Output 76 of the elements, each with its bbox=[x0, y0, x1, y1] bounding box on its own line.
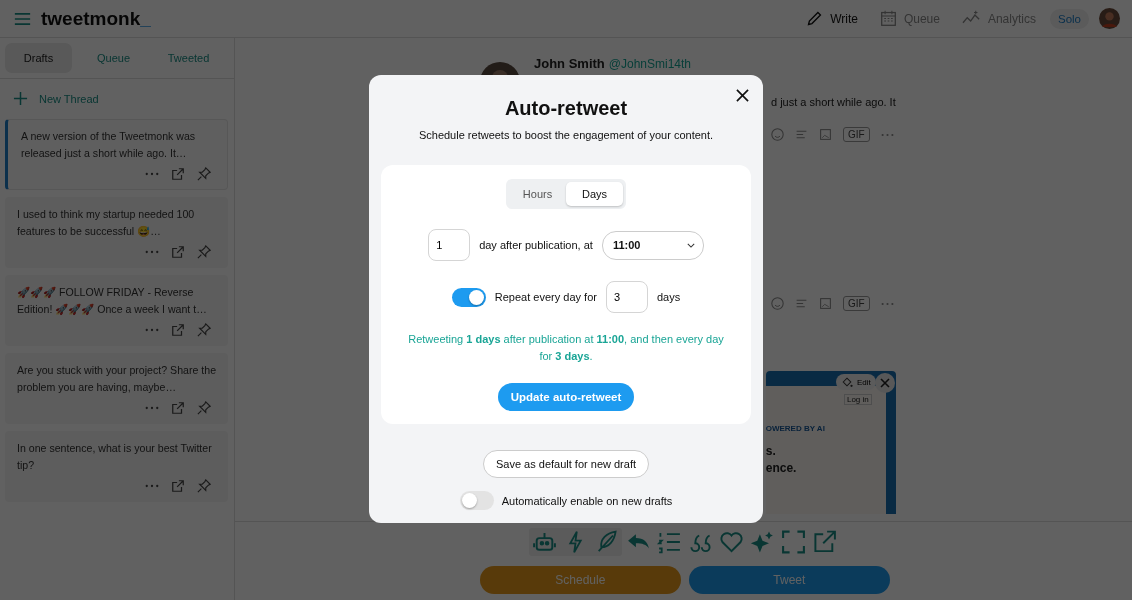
external-link-icon[interactable] bbox=[171, 323, 185, 337]
dialog-title: Auto-retweet bbox=[504, 97, 628, 120]
logo: tweetmonk_ bbox=[41, 7, 151, 30]
draft-text: 🚀🚀🚀 FOLLOW FRIDAY - Reverse Edition! 🚀🚀🚀 Once a week I want t… bbox=[17, 285, 208, 317]
draft-text: I used to think my startup needed 100 features to be successful 😅… bbox=[17, 207, 196, 239]
avatar-icon[interactable] bbox=[1099, 8, 1120, 29]
sidebar-tab[interactable]: Tweeted bbox=[155, 43, 222, 73]
preview-text: ence. bbox=[765, 461, 797, 475]
image-icon[interactable] bbox=[819, 128, 833, 141]
tweet-text: d just a short while ago. It bbox=[771, 96, 896, 108]
external-link-icon[interactable] bbox=[171, 479, 185, 493]
draft-text: A new version of the Tweetmonk was released just a short while ago. It… bbox=[21, 129, 197, 161]
repeat-label: Repeat every day for bbox=[494, 291, 597, 303]
preview-text: OWERED BY AI bbox=[765, 424, 825, 433]
preview-text: s. bbox=[765, 444, 776, 458]
schedule-summary: Retweeting 1 days after publication at 11:00, and then every day for 3 days. bbox=[407, 332, 725, 364]
more-icon[interactable] bbox=[145, 328, 159, 332]
align-icon[interactable] bbox=[795, 297, 809, 310]
author-name: John Smith bbox=[534, 56, 605, 71]
external-link-icon[interactable] bbox=[171, 401, 185, 415]
preview-text: Log in bbox=[843, 394, 872, 405]
pin-icon[interactable] bbox=[197, 167, 211, 181]
plus-icon[interactable] bbox=[13, 91, 28, 106]
new-thread-link[interactable]: New Thread bbox=[39, 92, 99, 105]
pencil-icon[interactable] bbox=[806, 10, 824, 27]
pin-icon[interactable] bbox=[197, 323, 211, 337]
schedule-button[interactable]: Schedule bbox=[479, 566, 681, 594]
offset-input[interactable]: 1 bbox=[428, 229, 471, 261]
dialog-subtitle: Schedule retweets to boost the engagement of your content. bbox=[418, 129, 714, 141]
gif-button[interactable]: GIF bbox=[843, 127, 870, 142]
more-icon[interactable] bbox=[145, 406, 159, 410]
more-icon[interactable] bbox=[880, 301, 894, 306]
draft-card[interactable]: A new version of the Tweetmonk was released just a short while ago. It… bbox=[5, 119, 228, 190]
draft-text: Are you stuck with your project? Share the problem you are having, maybe… bbox=[17, 363, 218, 395]
external-link-icon[interactable] bbox=[171, 245, 185, 259]
pin-icon[interactable] bbox=[197, 245, 211, 259]
menu-icon[interactable] bbox=[14, 11, 31, 26]
sidebar-tab[interactable]: Drafts bbox=[5, 43, 72, 73]
close-icon[interactable] bbox=[736, 89, 749, 102]
paint-bucket-icon bbox=[840, 376, 853, 388]
draft-text: In one sentence, what is your best Twitter tip? bbox=[17, 441, 213, 473]
more-icon[interactable] bbox=[145, 484, 159, 488]
pin-icon[interactable] bbox=[197, 401, 211, 415]
chevron-down-icon bbox=[686, 242, 695, 248]
draft-card[interactable]: Are you stuck with your project? Share the problem you are having, maybe… bbox=[5, 353, 228, 424]
external-link-icon[interactable] bbox=[171, 167, 185, 181]
more-icon[interactable] bbox=[145, 172, 159, 176]
align-icon[interactable] bbox=[795, 128, 809, 141]
draft-card[interactable]: In one sentence, what is your best Twitter tip? bbox=[5, 431, 228, 502]
gif-button[interactable]: GIF bbox=[843, 296, 870, 311]
repeat-unit: days bbox=[656, 291, 681, 303]
repeat-input[interactable]: 3 bbox=[605, 281, 648, 313]
draft-card[interactable]: I used to think my startup needed 100 features to be successful 😅… bbox=[5, 197, 228, 268]
emoji-icon[interactable] bbox=[771, 297, 785, 310]
plan-badge: Solo bbox=[1049, 8, 1089, 29]
save-default-button[interactable]: Save as default for new draft bbox=[483, 450, 649, 478]
nav-link[interactable]: Write bbox=[806, 10, 858, 27]
repeat-toggle[interactable] bbox=[451, 287, 486, 307]
auto-enable-label: Automatically enable on new drafts bbox=[501, 494, 673, 507]
auto-enable-toggle[interactable] bbox=[459, 491, 494, 510]
image-icon[interactable] bbox=[819, 297, 833, 310]
time-select[interactable]: 11:00 bbox=[601, 230, 704, 260]
emoji-icon[interactable] bbox=[771, 128, 785, 141]
calendar-icon[interactable] bbox=[879, 10, 897, 27]
update-auto-retweet-button[interactable]: Update auto-retweet bbox=[497, 383, 635, 411]
edit-button[interactable]: Edit bbox=[835, 374, 876, 390]
more-icon[interactable] bbox=[145, 250, 159, 254]
sidebar-tab[interactable]: Queue bbox=[80, 43, 147, 73]
unit-tab[interactable]: Hours bbox=[509, 182, 566, 206]
draft-card[interactable]: 🚀🚀🚀 FOLLOW FRIDAY - Reverse Edition! 🚀🚀🚀 Once a week I want t… bbox=[5, 275, 228, 346]
tweet-button[interactable]: Tweet bbox=[688, 566, 890, 594]
more-icon[interactable] bbox=[880, 132, 894, 137]
unit-tab[interactable]: Days bbox=[566, 182, 623, 206]
author-handle[interactable]: @JohnSmi14th bbox=[608, 57, 691, 71]
offset-label: day after publication, at bbox=[479, 239, 593, 251]
pin-icon[interactable] bbox=[197, 479, 211, 493]
